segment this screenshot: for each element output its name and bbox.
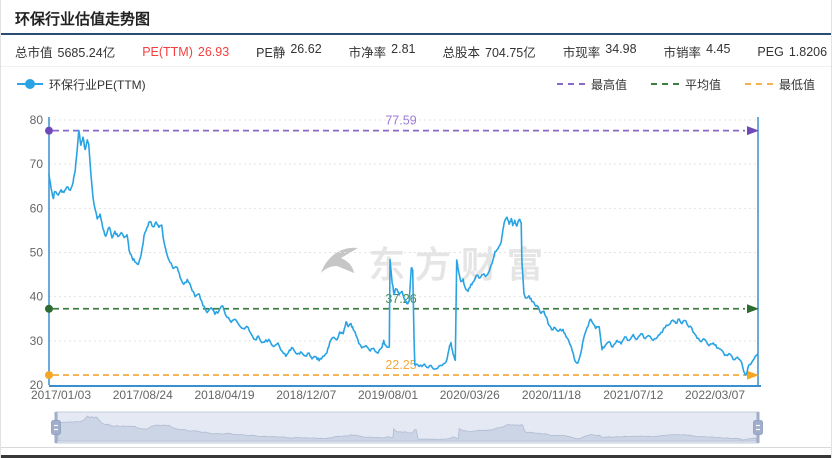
series-line-marker-icon xyxy=(17,79,43,89)
markline-max-arrow-icon xyxy=(747,126,759,135)
stat-value: 1.8206 xyxy=(789,45,827,59)
stat-item: PE(TTM) 26.93 xyxy=(142,45,229,59)
bottom-divider xyxy=(1,447,831,448)
y-tick-label: 60 xyxy=(30,201,44,215)
legend-item-avg[interactable]: 平均值 xyxy=(651,76,721,93)
stat-value: 2.81 xyxy=(391,42,415,61)
x-tick-label: 2018/12/07 xyxy=(276,388,336,402)
stat-item: PEG 1.8206 xyxy=(757,45,827,59)
stat-label: 市销率 xyxy=(664,42,702,61)
markline-avg-dot xyxy=(45,305,53,313)
y-tick-label: 50 xyxy=(30,246,44,260)
stat-item: 市销率4.45 xyxy=(664,42,731,61)
x-tick-label: 2020/11/18 xyxy=(522,388,581,402)
legend-series-label: 环保行业PE(TTM) xyxy=(49,76,146,93)
stat-value: 704.75亿 xyxy=(485,42,536,61)
title-bar: 环保行业估值走势图 xyxy=(1,0,831,35)
stat-item: 总市值 5685.24亿 xyxy=(15,42,115,61)
markline-max-value: 77.59 xyxy=(385,114,416,128)
y-tick-label: 40 xyxy=(30,290,44,304)
x-tick-label: 2021/07/12 xyxy=(603,388,663,402)
legend-item-series[interactable]: 环保行业PE(TTM) xyxy=(17,76,146,93)
stat-value: 5685.24亿 xyxy=(58,42,116,61)
stat-label: PEG xyxy=(757,45,783,59)
markline-min-arrow-icon xyxy=(747,371,759,380)
markline-avg-arrow-icon xyxy=(747,304,759,313)
data-zoom-slider[interactable] xyxy=(1,408,832,448)
legend-item-max[interactable]: 最高值 xyxy=(557,76,627,93)
markline-max-dot xyxy=(45,127,53,135)
markline-min-dot xyxy=(45,371,53,379)
x-tick-label: 2019/08/01 xyxy=(358,388,418,402)
markline-min-value: 22.25 xyxy=(385,358,416,372)
valuation-trend-page: 环保行业估值走势图 总市值 5685.24亿 PE(TTM) 26.93 PE静 26.6… xyxy=(0,0,832,458)
stat-value: 34.98 xyxy=(605,42,636,61)
x-tick-label: 2022/03/07 xyxy=(685,388,745,402)
legend-avg-label: 平均值 xyxy=(685,76,721,93)
stat-label: PE静 xyxy=(256,42,285,61)
page-title: 环保行业估值走势图 xyxy=(15,8,150,29)
y-tick-label: 70 xyxy=(30,157,44,171)
stat-label: PE(TTM) xyxy=(142,45,193,59)
stat-item: 市现率34.98 xyxy=(563,42,637,61)
legend-item-min[interactable]: 最低值 xyxy=(745,76,815,93)
max-dashed-marker-icon xyxy=(557,83,585,85)
stat-item: 市净率2.81 xyxy=(349,42,416,61)
x-tick-label: 2017/08/24 xyxy=(113,388,173,402)
legend-min-label: 最低值 xyxy=(779,76,815,93)
legend-row: 环保行业PE(TTM) 最高值 平均值 最低值 xyxy=(1,70,831,98)
stat-label: 总股本 xyxy=(443,42,481,61)
stat-item: PE静 26.62 xyxy=(256,42,321,61)
x-tick-label: 2017/01/03 xyxy=(31,388,91,402)
slider-right-handle[interactable] xyxy=(754,421,763,435)
stat-label: 总市值 xyxy=(15,42,53,61)
stat-value: 26.62 xyxy=(290,42,321,61)
legend-max-label: 最高值 xyxy=(591,76,627,93)
x-tick-label: 2018/04/19 xyxy=(194,388,254,402)
stat-value: 4.45 xyxy=(706,42,730,61)
pe-trend-chart[interactable]: 203040506070802017/01/032017/08/242018/0… xyxy=(1,100,832,410)
stat-label: 市现率 xyxy=(563,42,601,61)
y-tick-label: 30 xyxy=(30,334,44,348)
stat-value: 26.93 xyxy=(198,45,229,59)
stat-label: 市净率 xyxy=(349,42,387,61)
stats-bar: 总市值 5685.24亿 PE(TTM) 26.93 PE静 26.62 市净率2.81 总股… xyxy=(1,37,831,67)
slider-left-handle[interactable] xyxy=(52,421,61,435)
min-dashed-marker-icon xyxy=(745,83,773,85)
avg-dashed-marker-icon xyxy=(651,83,679,85)
y-tick-label: 80 xyxy=(30,113,44,127)
x-tick-label: 2020/03/26 xyxy=(440,388,500,402)
stat-item: 总股本704.75亿 xyxy=(443,42,536,61)
